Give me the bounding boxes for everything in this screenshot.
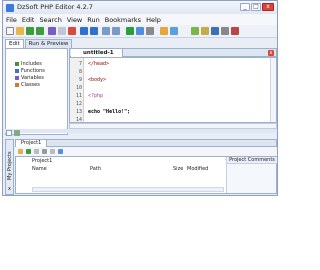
- function-icon: [15, 68, 19, 73]
- line-number: 11: [75, 93, 82, 99]
- project-comments-panel[interactable]: Project Comments: [226, 157, 277, 193]
- column-path[interactable]: Path: [90, 166, 101, 172]
- menu-help[interactable]: Help: [146, 16, 161, 24]
- add-file-icon[interactable]: [26, 149, 31, 154]
- minimize-button[interactable]: _: [240, 3, 250, 11]
- open-project-icon[interactable]: [18, 149, 23, 154]
- paste-icon[interactable]: [68, 27, 76, 35]
- tool3-icon[interactable]: [211, 27, 219, 35]
- close-projects-icon[interactable]: x: [8, 186, 11, 192]
- code-explorer-panel: Includes Functions Variables Classes: [5, 48, 68, 135]
- editor-tab-bar: untitled-1 x: [69, 48, 277, 57]
- copy-icon[interactable]: [58, 27, 66, 35]
- refresh-icon[interactable]: [50, 149, 55, 154]
- line-gutter: 7 8 9 10 11 12 13 14: [70, 58, 84, 123]
- close-button[interactable]: x: [262, 3, 274, 11]
- line-number: 13: [75, 109, 82, 115]
- tree-item-label: Classes: [21, 81, 40, 88]
- project-name: Project1: [32, 158, 53, 164]
- tool2-icon[interactable]: [201, 27, 209, 35]
- tool-icon[interactable]: [191, 27, 199, 35]
- projects-tab-bar: Project1: [15, 139, 277, 147]
- column-modified[interactable]: Modified: [187, 166, 208, 172]
- replace-icon[interactable]: [112, 27, 120, 35]
- tree-item-classes[interactable]: Classes: [15, 81, 40, 88]
- tree-item-includes[interactable]: Includes: [15, 60, 42, 67]
- menu-run[interactable]: Run: [87, 16, 99, 24]
- open-folder-icon[interactable]: [16, 27, 24, 35]
- tab-edit[interactable]: Edit: [5, 39, 24, 48]
- left-tabs: Edit Run & Preview: [5, 39, 73, 48]
- menu-bookmarks[interactable]: Bookmarks: [105, 16, 141, 24]
- menu-file[interactable]: File: [6, 16, 17, 24]
- project-files-panel: Project1 Name Path Size Modified Project…: [15, 156, 277, 194]
- menu-edit[interactable]: Edit: [22, 16, 35, 24]
- tab-untitled-1[interactable]: untitled-1: [71, 49, 123, 57]
- settings-icon[interactable]: [146, 27, 154, 35]
- tree-item-functions[interactable]: Functions: [15, 67, 45, 74]
- line-number: 10: [75, 85, 82, 91]
- menu-bar: File Edit Search View Run Bookmarks Help: [3, 14, 277, 25]
- my-projects-sidebar: My Projects x: [5, 139, 14, 195]
- tree-item-label: Functions: [21, 67, 45, 74]
- column-size[interactable]: Size: [173, 166, 183, 172]
- panel-tool-icon[interactable]: [14, 130, 20, 136]
- bookmark-icon[interactable]: [160, 27, 168, 35]
- remove-file-icon[interactable]: [34, 149, 39, 154]
- run-preview-icon[interactable]: [136, 27, 144, 35]
- class-icon: [15, 82, 19, 87]
- tree-item-variables[interactable]: Variables: [15, 74, 44, 81]
- project-comments-header: Project Comments: [227, 157, 277, 164]
- editor-vertical-scrollbar[interactable]: [270, 58, 276, 122]
- save-icon[interactable]: [26, 27, 34, 35]
- undo-icon[interactable]: [80, 27, 88, 35]
- menu-view[interactable]: View: [67, 16, 82, 24]
- tool4-icon[interactable]: [221, 27, 229, 35]
- tool5-icon[interactable]: [231, 27, 239, 35]
- close-tab-icon[interactable]: x: [268, 50, 274, 56]
- upload-icon[interactable]: [58, 149, 63, 154]
- app-icon: [6, 4, 14, 12]
- properties-icon[interactable]: [42, 149, 47, 154]
- line-number: 12: [75, 101, 82, 107]
- tab-project1[interactable]: Project1: [16, 140, 48, 147]
- maximize-button[interactable]: □: [251, 3, 261, 11]
- redo-icon[interactable]: [90, 27, 98, 35]
- project-horizontal-scrollbar[interactable]: [32, 187, 224, 192]
- line-number: 8: [78, 69, 82, 75]
- projects-toolbar: [15, 147, 277, 156]
- title-bar: DzSoft PHP Editor 4.2.7 _ □ x: [3, 1, 277, 14]
- project-files-header: Name Path Size Modified: [32, 166, 224, 172]
- tab-run-preview[interactable]: Run & Preview: [24, 39, 73, 48]
- save-all-icon[interactable]: [36, 27, 44, 35]
- code-line: echo "Hello!";: [88, 109, 131, 115]
- run-icon[interactable]: [126, 27, 134, 35]
- help-icon[interactable]: [170, 27, 178, 35]
- line-number: 7: [78, 61, 82, 67]
- panel-splitter[interactable]: [5, 129, 277, 133]
- tree-item-label: Variables: [21, 74, 44, 81]
- app-window: DzSoft PHP Editor 4.2.7 _ □ x File Edit …: [2, 0, 278, 196]
- tree-item-label: Includes: [21, 60, 42, 67]
- find-icon[interactable]: [102, 27, 110, 35]
- code-line: </head>: [88, 61, 110, 67]
- my-projects-label[interactable]: My Projects: [6, 151, 15, 181]
- new-file-icon[interactable]: [6, 27, 14, 35]
- cut-icon[interactable]: [48, 27, 56, 35]
- code-line: <?php: [88, 93, 104, 99]
- folder-icon: [15, 61, 19, 66]
- code-line: <body>: [88, 77, 107, 83]
- code-editor[interactable]: 7 8 9 10 11 12 13 14 </head> <body> <?ph…: [69, 57, 277, 123]
- column-name[interactable]: Name: [32, 166, 47, 172]
- line-number: 9: [78, 77, 82, 83]
- menu-search[interactable]: Search: [39, 16, 61, 24]
- toolbar: [3, 25, 277, 38]
- window-title: DzSoft PHP Editor 4.2.7: [17, 3, 93, 11]
- toggle-panel-icon[interactable]: [6, 130, 12, 136]
- variable-icon: [15, 75, 19, 80]
